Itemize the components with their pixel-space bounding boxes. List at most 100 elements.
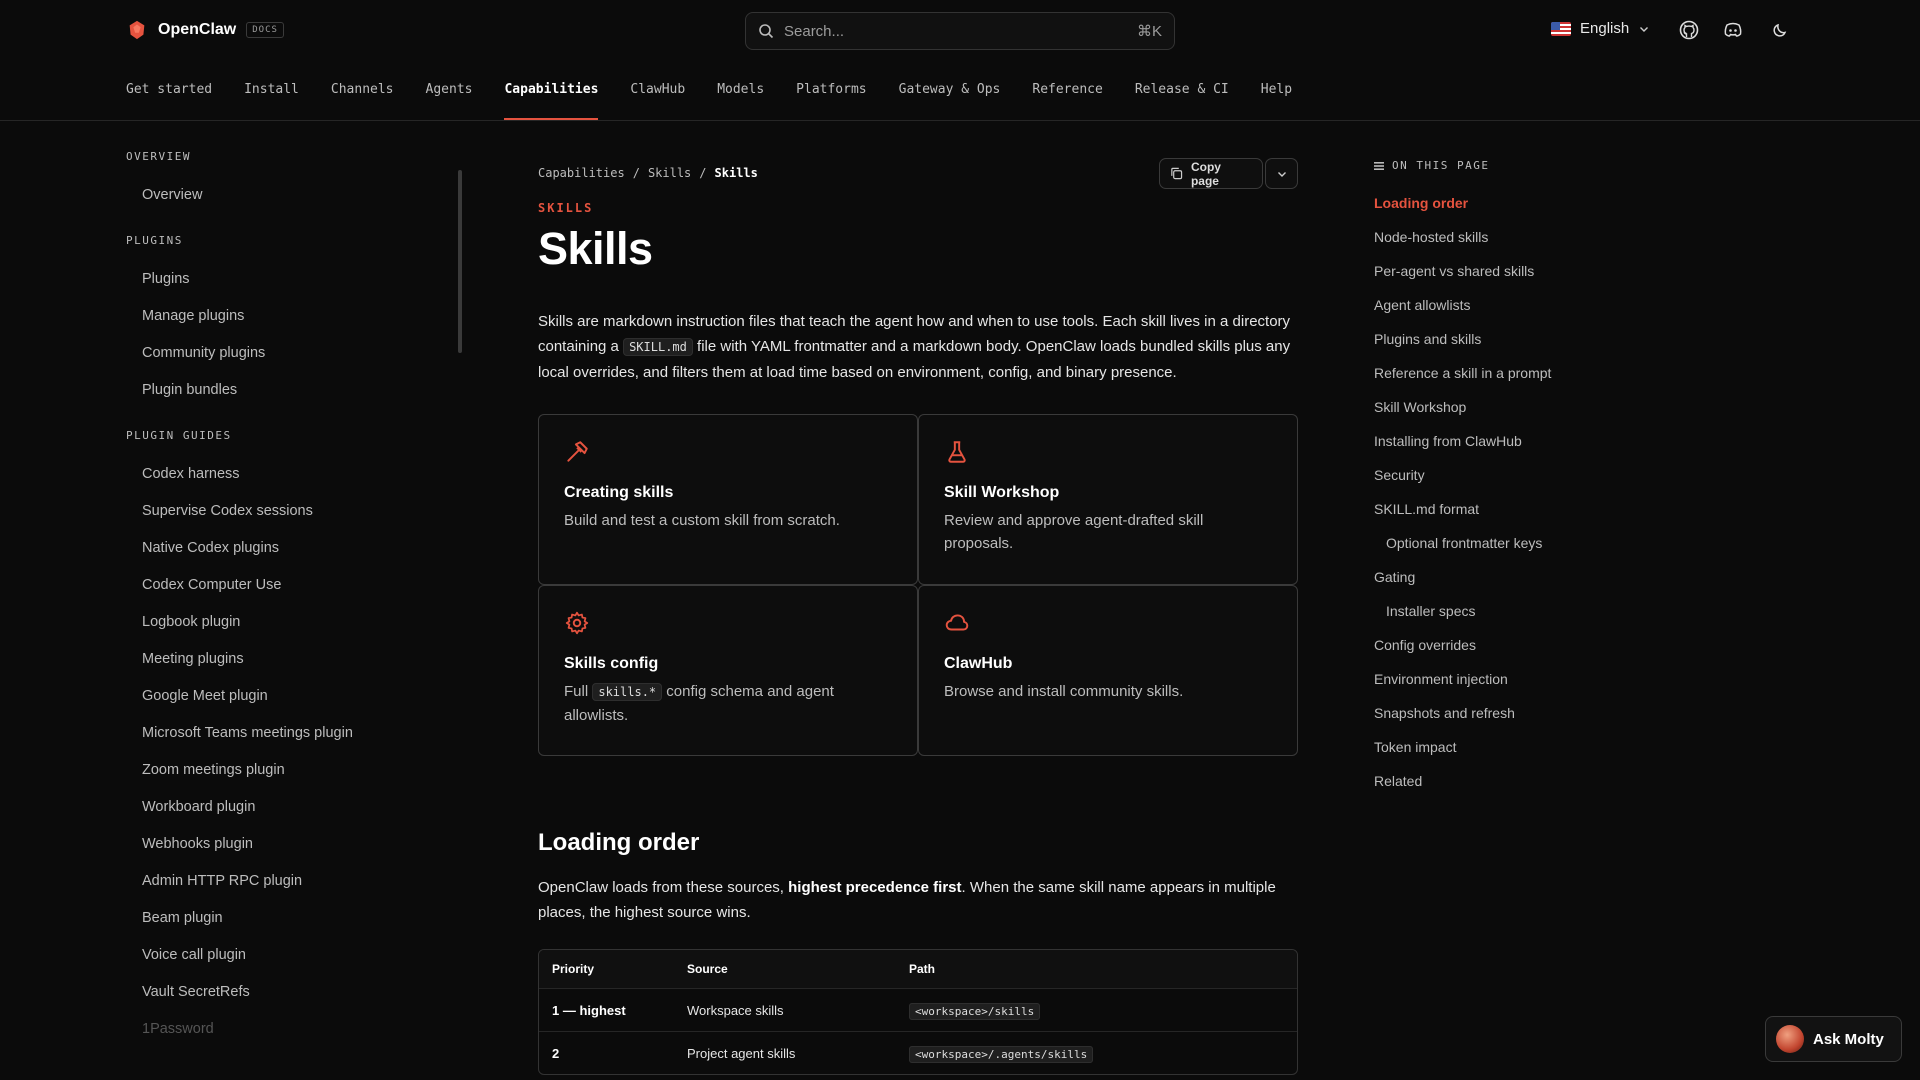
sidebar-item-logbook-plugin[interactable]: Logbook plugin <box>126 604 466 641</box>
brand[interactable]: OpenClaw DOCS <box>126 19 284 41</box>
toc-item-gating[interactable]: Gating <box>1374 560 1674 594</box>
language-selector[interactable]: English <box>1551 20 1650 37</box>
toc-item-snapshots-and-refresh[interactable]: Snapshots and refresh <box>1374 696 1674 730</box>
toc-item-environment-injection[interactable]: Environment injection <box>1374 662 1674 696</box>
toc-item-skill-md-format[interactable]: SKILL.md format <box>1374 492 1674 526</box>
discord-icon[interactable] <box>1723 20 1743 40</box>
sidebar-item-overview[interactable]: Overview <box>126 177 466 214</box>
copy-page-label: Copy page <box>1190 159 1221 188</box>
card-clawhub[interactable]: ClawHub Browse and install community skil… <box>918 585 1298 756</box>
sidebar-item-manage-plugins[interactable]: Manage plugins <box>126 298 466 335</box>
table-header-cell: Path <box>909 962 936 976</box>
sidebar-item-admin-http-rpc-plugin[interactable]: Admin HTTP RPC plugin <box>126 863 466 900</box>
tab-platforms[interactable]: Platforms <box>796 61 866 120</box>
priority-cell: 1 — highest <box>552 1002 626 1018</box>
tab-models[interactable]: Models <box>717 61 764 120</box>
tab-clawhub[interactable]: ClawHub <box>630 61 685 120</box>
tab-gateway-ops[interactable]: Gateway & Ops <box>899 61 1001 120</box>
hammer-icon <box>567 441 588 462</box>
breadcrumb-separator: / <box>632 166 640 180</box>
card-grid: Creating skills Build and test a custom s… <box>538 414 1298 756</box>
sidebar-item-plugin-bundles[interactable]: Plugin bundles <box>126 372 466 409</box>
sidebar-item-google-meet-plugin[interactable]: Google Meet plugin <box>126 678 466 715</box>
tab-help[interactable]: Help <box>1261 61 1292 120</box>
sidebar-group: PLUGINS Plugins Manage plugins Community pl… <box>126 234 466 409</box>
loading-order-paragraph: OpenClaw loads from these sources, highe… <box>538 875 1298 925</box>
breadcrumb-item[interactable]: Capabilities <box>538 166 625 180</box>
sidebar-item-supervise-codex-sessions[interactable]: Supervise Codex sessions <box>126 493 466 530</box>
toc-item-related[interactable]: Related <box>1374 764 1674 798</box>
search-input[interactable] <box>784 22 1137 40</box>
toc-item-node-hosted-skills[interactable]: Node-hosted skills <box>1374 220 1674 254</box>
toc-item-reference-a-skill-in-a-prompt[interactable]: Reference a skill in a prompt <box>1374 356 1674 390</box>
sidebar-item-microsoft-teams-meetings-plugin[interactable]: Microsoft Teams meetings plugin <box>126 715 466 752</box>
sidebar-section-title: PLUGIN GUIDES <box>126 429 232 442</box>
card-description-text: Full <box>564 683 593 700</box>
table-header-cell: Priority <box>552 962 595 976</box>
sidebar-item-vault-secretrefs[interactable]: Vault SecretRefs <box>126 974 466 1011</box>
toc-item-optional-frontmatter-keys[interactable]: Optional frontmatter keys <box>1374 526 1674 560</box>
main-content: Capabilities / Skills / Skills Copy page SKI… <box>538 150 1298 1075</box>
toc-item-skill-workshop[interactable]: Skill Workshop <box>1374 390 1674 424</box>
sidebar-item-codex-computer-use[interactable]: Codex Computer Use <box>126 567 466 604</box>
breadcrumb-item[interactable]: Skills <box>648 166 691 180</box>
card-description-text: Browse and install community skills. <box>944 683 1184 700</box>
moon-icon[interactable] <box>1770 20 1790 40</box>
sidebar-item-voice-call-plugin[interactable]: Voice call plugin <box>126 937 466 974</box>
card-description: Full skills.* config schema and agent al… <box>564 680 892 727</box>
toc-item-installing-from-clawhub[interactable]: Installing from ClawHub <box>1374 424 1674 458</box>
gear-icon <box>565 611 589 635</box>
toc-item-per-agent-vs-shared-skills[interactable]: Per-agent vs shared skills <box>1374 254 1674 288</box>
path-cell: <workspace>/.agents/skills <box>909 1045 1297 1063</box>
sidebar-item-community-plugins[interactable]: Community plugins <box>126 335 466 372</box>
copy-page-group: Copy page <box>1159 158 1298 189</box>
card-skills-config[interactable]: Skills config Full skills.* config schema… <box>538 585 918 756</box>
toc-item-installer-specs[interactable]: Installer specs <box>1374 594 1674 628</box>
paragraph-text: OpenClaw loads from these sources, <box>538 879 789 896</box>
card-title: Skill Workshop <box>944 484 1060 501</box>
tab-capabilities[interactable]: Capabilities <box>504 61 598 120</box>
path-code: <workspace>/.agents/skills <box>909 1045 1094 1063</box>
toc-item-security[interactable]: Security <box>1374 458 1674 492</box>
tab-get-started[interactable]: Get started <box>126 61 212 120</box>
sidebar-item-workboard-plugin[interactable]: Workboard plugin <box>126 789 466 826</box>
sidebar-item-1password[interactable]: 1Password <box>126 1011 466 1048</box>
table-row: 1 — highest Workspace skills <workspace>/s… <box>539 988 1297 1031</box>
sidebar-item-zoom-meetings-plugin[interactable]: Zoom meetings plugin <box>126 752 466 789</box>
card-description-text: Review and approve agent-drafted skill p… <box>944 512 1204 552</box>
search-icon <box>759 24 774 39</box>
sidebar-item-plugins[interactable]: Plugins <box>126 261 466 298</box>
card-title: Creating skills <box>564 484 674 501</box>
toc-item-agent-allowlists[interactable]: Agent allowlists <box>1374 288 1674 322</box>
sidebar-item-meeting-plugins[interactable]: Meeting plugins <box>126 641 466 678</box>
page-title: Skills <box>538 223 653 274</box>
ask-molty-button[interactable]: Ask Molty <box>1765 1016 1902 1062</box>
tab-reference[interactable]: Reference <box>1032 61 1102 120</box>
card-creating-skills[interactable]: Creating skills Build and test a custom s… <box>538 414 918 585</box>
github-icon[interactable] <box>1679 20 1699 40</box>
tab-release-ci[interactable]: Release & CI <box>1135 61 1229 120</box>
toc-item-token-impact[interactable]: Token impact <box>1374 730 1674 764</box>
copy-options-button[interactable] <box>1265 158 1298 189</box>
left-sidebar: OVERVIEW Overview PLUGINS Plugins Manage plu… <box>126 150 466 1080</box>
sidebar-item-beam-plugin[interactable]: Beam plugin <box>126 900 466 937</box>
toc-item-config-overrides[interactable]: Config overrides <box>1374 628 1674 662</box>
tab-agents[interactable]: Agents <box>426 61 473 120</box>
search-box[interactable]: ⌘K <box>745 12 1175 50</box>
chevron-down-icon <box>1277 171 1286 177</box>
card-skill-workshop[interactable]: Skill Workshop Review and approve agent-d… <box>918 414 1298 585</box>
table-header-cell: Source <box>687 962 728 976</box>
sidebar-item-native-codex-plugins[interactable]: Native Codex plugins <box>126 530 466 567</box>
toc-item-loading-order[interactable]: Loading order <box>1374 186 1674 220</box>
sidebar-item-webhooks-plugin[interactable]: Webhooks plugin <box>126 826 466 863</box>
sidebar-scrollbar[interactable] <box>458 170 462 353</box>
sidebar-item-codex-harness[interactable]: Codex harness <box>126 456 466 493</box>
card-description-text: Build and test a custom skill from scrat… <box>564 512 840 529</box>
toc-list: Loading order Node-hosted skills Per-agent… <box>1374 186 1674 798</box>
breadcrumb-item: Skills <box>714 166 758 180</box>
tab-install[interactable]: Install <box>244 61 299 120</box>
cloud-icon <box>945 614 969 631</box>
copy-page-button[interactable]: Copy page <box>1159 158 1264 189</box>
tab-channels[interactable]: Channels <box>331 61 394 120</box>
toc-item-plugins-and-skills[interactable]: Plugins and skills <box>1374 322 1674 356</box>
